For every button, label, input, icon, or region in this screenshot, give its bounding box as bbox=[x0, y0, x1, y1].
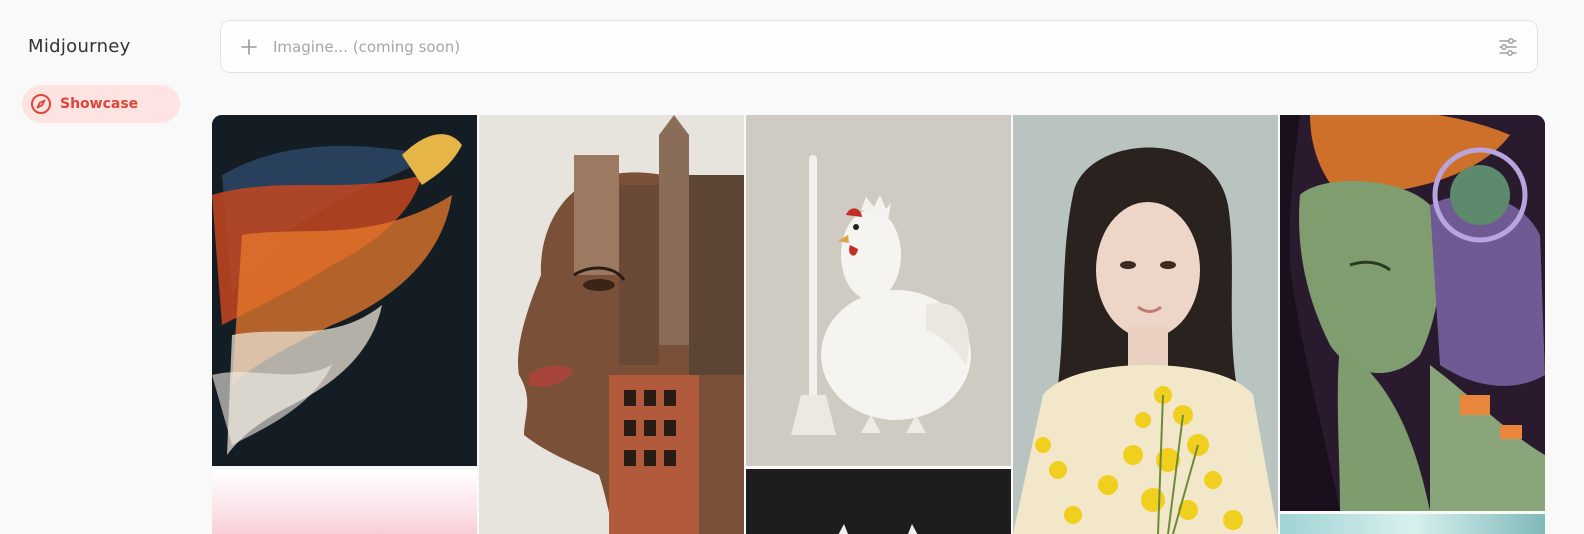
sidebar-item-label: Showcase bbox=[60, 96, 139, 112]
gallery-image-woman[interactable] bbox=[1013, 115, 1278, 534]
compass-icon bbox=[30, 93, 52, 115]
gallery-image-phoenix[interactable] bbox=[212, 115, 477, 466]
gallery-image-pink[interactable] bbox=[212, 470, 477, 534]
app-title[interactable]: Midjourney bbox=[28, 36, 131, 57]
prompt-input[interactable] bbox=[273, 37, 1497, 56]
image-gallery bbox=[212, 115, 1545, 534]
sidebar: Midjourney Showcase bbox=[0, 0, 200, 534]
settings-sliders-icon[interactable] bbox=[1497, 36, 1519, 58]
gallery-image-cyborg[interactable] bbox=[1280, 115, 1545, 511]
sidebar-item-showcase[interactable]: Showcase bbox=[22, 85, 180, 123]
prompt-bar bbox=[220, 20, 1538, 73]
gallery-image-dark[interactable] bbox=[746, 469, 1011, 534]
gallery-image-chicken[interactable] bbox=[746, 115, 1011, 466]
gallery-image-teal[interactable] bbox=[1280, 514, 1545, 534]
gallery-image-city-face[interactable] bbox=[479, 115, 744, 534]
plus-icon[interactable] bbox=[239, 37, 259, 57]
